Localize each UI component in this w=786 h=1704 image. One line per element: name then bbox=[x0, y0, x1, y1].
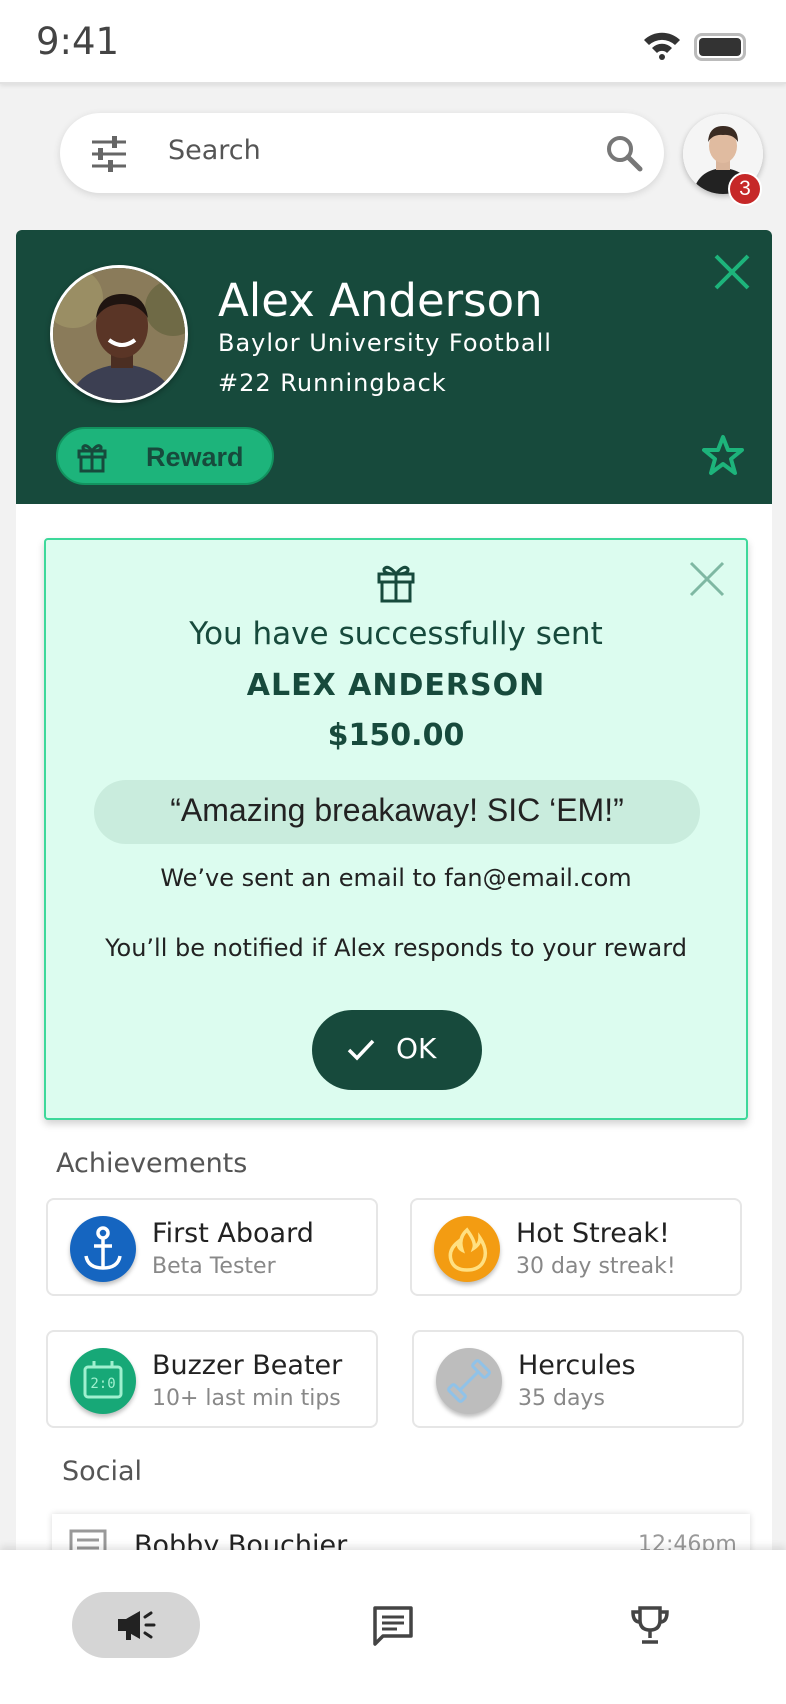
close-icon[interactable] bbox=[712, 252, 752, 292]
wifi-icon bbox=[644, 32, 680, 60]
athlete-team: Baylor University Football bbox=[218, 329, 552, 357]
gift-icon bbox=[377, 565, 415, 603]
achievement-card[interactable]: 2:0 Buzzer Beater 10+ last min tips bbox=[46, 1330, 378, 1428]
achievement-subtitle: Beta Tester bbox=[152, 1254, 276, 1279]
star-icon[interactable] bbox=[702, 434, 744, 476]
achievement-subtitle: 30 day streak! bbox=[516, 1254, 676, 1279]
search-bar[interactable]: Search bbox=[60, 113, 664, 193]
social-title: Social bbox=[62, 1456, 143, 1487]
achievement-card[interactable]: Hercules 35 days bbox=[412, 1330, 744, 1428]
athlete-avatar bbox=[50, 265, 188, 403]
gift-icon bbox=[77, 444, 107, 473]
reward-amount: $150.00 bbox=[327, 718, 465, 753]
athlete-position: #22 Runningback bbox=[218, 369, 447, 397]
flame-icon bbox=[434, 1216, 500, 1282]
reward-label: Reward bbox=[146, 442, 244, 472]
dumbbell-icon bbox=[436, 1348, 502, 1414]
ok-button[interactable]: OK bbox=[312, 1010, 482, 1090]
megaphone-icon bbox=[118, 1611, 156, 1640]
bottom-nav bbox=[0, 1550, 786, 1704]
ok-label: OK bbox=[396, 1032, 437, 1065]
achievements-title: Achievements bbox=[56, 1148, 248, 1179]
response-notice: You’ll be notified if Alex responds to y… bbox=[105, 934, 687, 962]
scoreboard-icon: 2:0 bbox=[70, 1348, 136, 1414]
reward-button[interactable]: Reward bbox=[56, 427, 274, 485]
profile-header: Alex Anderson Baylor University Football… bbox=[16, 230, 772, 504]
nav-item-announcements[interactable] bbox=[72, 1592, 200, 1658]
achievement-title: Buzzer Beater bbox=[152, 1350, 343, 1381]
achievement-card[interactable]: Hot Streak! 30 day streak! bbox=[410, 1198, 742, 1296]
search-icon[interactable] bbox=[604, 133, 644, 173]
achievement-title: Hot Streak! bbox=[516, 1218, 670, 1249]
reward-confirmation-dialog: You have successfully sent ALEX ANDERSON… bbox=[44, 538, 748, 1120]
battery-icon bbox=[694, 33, 746, 61]
check-icon bbox=[347, 1039, 375, 1061]
achievement-card[interactable]: First Aboard Beta Tester bbox=[46, 1198, 378, 1296]
anchor-icon bbox=[70, 1216, 136, 1282]
sent-message: You have successfully sent bbox=[189, 616, 603, 652]
sliders-icon[interactable] bbox=[90, 135, 128, 173]
trophy-icon[interactable] bbox=[628, 1604, 672, 1648]
achievement-subtitle: 35 days bbox=[518, 1386, 605, 1411]
athlete-name: Alex Anderson bbox=[218, 274, 543, 327]
svg-text:2:0: 2:0 bbox=[90, 1376, 115, 1392]
notification-badge: 3 bbox=[728, 172, 762, 206]
achievement-title: First Aboard bbox=[152, 1218, 314, 1249]
achievement-subtitle: 10+ last min tips bbox=[152, 1386, 341, 1411]
close-icon[interactable] bbox=[688, 560, 726, 598]
status-bar: 9:41 bbox=[0, 0, 786, 84]
recipient-name: ALEX ANDERSON bbox=[246, 668, 546, 703]
search-input[interactable]: Search bbox=[168, 135, 261, 166]
message-pill: “Amazing breakaway! SIC ‘EM!” bbox=[94, 780, 700, 844]
achievement-title: Hercules bbox=[518, 1350, 636, 1381]
message-icon[interactable] bbox=[371, 1604, 415, 1648]
email-notice: We’ve sent an email to fan@email.com bbox=[160, 864, 632, 892]
status-time: 9:41 bbox=[36, 20, 120, 63]
reward-message: “Amazing breakaway! SIC ‘EM!” bbox=[170, 792, 624, 828]
